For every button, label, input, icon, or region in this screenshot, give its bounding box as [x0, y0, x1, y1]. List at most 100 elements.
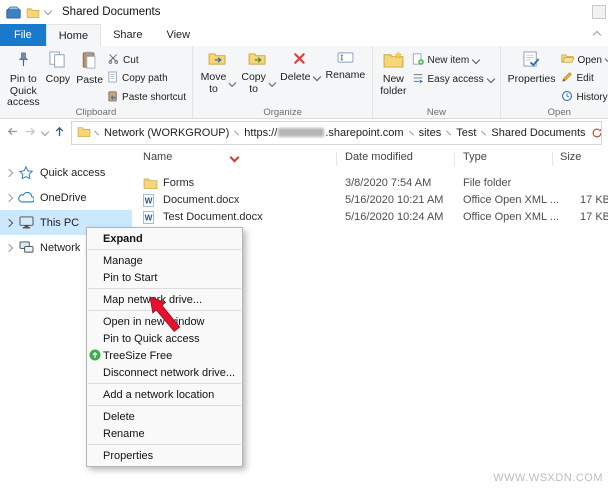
tab-share[interactable]: Share: [101, 24, 154, 46]
easy-access-button[interactable]: Easy access: [410, 72, 496, 87]
refresh-icon[interactable]: [591, 127, 602, 139]
tab-file[interactable]: File: [0, 24, 46, 46]
menu-item-open-in-new-window[interactable]: Open in new window: [87, 313, 242, 330]
group-label-clipboard: Clipboard: [0, 107, 192, 118]
file-date: 3/8/2020 7:54 AM: [345, 177, 431, 189]
menu-item-disconnect-network-drive[interactable]: Disconnect network drive...: [87, 364, 242, 381]
recent-locations-icon[interactable]: [41, 127, 49, 135]
breadcrumb-chevron-icon: [446, 130, 451, 135]
column-header-date-modified[interactable]: Date modified: [345, 151, 413, 163]
menu-item-manage[interactable]: Manage: [87, 252, 242, 269]
file-type: Office Open XML ...: [463, 211, 559, 223]
move-to-label: Move to: [200, 72, 227, 96]
address-breadcrumb-box[interactable]: Network (WORKGROUP) https://.sharepoint.…: [71, 121, 602, 145]
group-label-organize: Organize: [193, 107, 372, 118]
file-type: File folder: [463, 177, 511, 189]
menu-item-expand[interactable]: Expand: [87, 230, 242, 247]
breadcrumb-item-sites[interactable]: sites: [417, 127, 444, 139]
back-icon[interactable]: [6, 125, 19, 141]
explorer-window-icon: [6, 6, 21, 19]
menu-separator: [88, 310, 241, 311]
column-separator[interactable]: [336, 152, 337, 166]
watermark: WWW.WSXDN.COM: [493, 472, 603, 484]
move-to-button[interactable]: Move to: [197, 48, 238, 98]
breadcrumb-item-shared-documents[interactable]: Shared Documents: [489, 127, 587, 139]
copy-to-button[interactable]: Copy to: [238, 48, 278, 98]
properties-button[interactable]: Properties: [505, 48, 559, 89]
menu-item-treesize-free[interactable]: TreeSize Free: [87, 347, 242, 364]
expand-chevron-icon[interactable]: [5, 243, 13, 251]
menu-item-pin-to-quick-access[interactable]: Pin to Quick access: [87, 330, 242, 347]
menu-item-pin-to-start[interactable]: Pin to Start: [87, 269, 242, 286]
history-button[interactable]: History: [559, 90, 608, 105]
copy-button[interactable]: Copy: [43, 48, 74, 89]
column-header-size[interactable]: Size: [560, 151, 581, 163]
qat-dropdown-icon[interactable]: [44, 7, 52, 15]
rename-button[interactable]: Rename: [323, 48, 369, 85]
column-header-name[interactable]: Name: [143, 151, 172, 163]
context-menu: Expand Manage Pin to Start Map network d…: [86, 227, 243, 467]
menu-item-map-network-drive[interactable]: Map network drive...: [87, 291, 242, 308]
file-date: 5/16/2020 10:24 AM: [345, 211, 443, 223]
menu-separator: [88, 444, 241, 445]
menu-item-add-network-location[interactable]: Add a network location: [87, 386, 242, 403]
ribbon: Pin to Quick access Copy Paste: [0, 46, 608, 119]
new-item-button[interactable]: New item: [410, 53, 496, 68]
file-row-forms[interactable]: Forms 3/8/2020 7:54 AM File folder: [132, 175, 608, 192]
history-icon: [561, 90, 573, 105]
file-row-test-document[interactable]: W Test Document.docx 5/16/2020 10:24 AM …: [132, 209, 608, 226]
sidebar-item-onedrive[interactable]: OneDrive: [0, 185, 132, 210]
menu-item-rename[interactable]: Rename: [87, 425, 242, 442]
column-separator[interactable]: [454, 152, 455, 166]
cut-button[interactable]: Cut: [106, 53, 188, 67]
minimize-ribbon-icon[interactable]: [593, 31, 601, 39]
paste-shortcut-button[interactable]: Paste shortcut: [106, 90, 188, 105]
open-button[interactable]: Open: [559, 53, 608, 67]
site-prefix: https://: [244, 127, 277, 139]
pin-to-quick-access-button[interactable]: Pin to Quick access: [4, 48, 43, 112]
new-item-dropdown-icon: [472, 55, 480, 63]
column-header-type[interactable]: Type: [463, 151, 487, 163]
breadcrumb-chevron-icon: [94, 130, 99, 135]
menu-item-delete[interactable]: Delete: [87, 408, 242, 425]
sidebar-label: OneDrive: [40, 192, 86, 204]
paste-label: Paste: [76, 75, 103, 87]
cut-label: Cut: [123, 55, 139, 66]
explorer-window: Shared Documents File Home Share View Pi…: [0, 0, 608, 492]
column-separator[interactable]: [552, 152, 553, 166]
breadcrumb-item-site[interactable]: https://.sharepoint.com: [242, 127, 405, 139]
new-folder-button[interactable]: New folder: [377, 48, 409, 100]
paste-button[interactable]: Paste: [73, 48, 106, 90]
delete-button[interactable]: Delete: [277, 48, 322, 87]
up-icon[interactable]: [53, 125, 66, 141]
menu-separator: [88, 249, 241, 250]
forward-icon[interactable]: [24, 125, 37, 141]
titlebar: Shared Documents: [0, 0, 608, 24]
tab-home[interactable]: Home: [46, 24, 101, 46]
easy-access-label: Easy access: [428, 74, 484, 85]
open-icon: [561, 53, 574, 67]
sidebar-item-quick-access[interactable]: Quick access: [0, 160, 132, 185]
easy-access-dropdown-icon: [486, 74, 494, 82]
file-name: Test Document.docx: [163, 211, 263, 223]
breadcrumb-item-network[interactable]: Network (WORKGROUP): [102, 127, 231, 139]
menu-item-properties[interactable]: Properties: [87, 447, 242, 464]
expand-chevron-icon[interactable]: [5, 218, 13, 226]
file-name: Forms: [163, 177, 194, 189]
address-bar: Network (WORKGROUP) https://.sharepoint.…: [0, 119, 608, 146]
rename-label: Rename: [326, 70, 366, 82]
rename-icon: [337, 51, 354, 68]
copy-path-label: Copy path: [122, 73, 168, 84]
breadcrumb-item-test[interactable]: Test: [454, 127, 478, 139]
file-row-document[interactable]: W Document.docx 5/16/2020 10:21 AM Offic…: [132, 192, 608, 209]
breadcrumb-chevron-icon: [481, 130, 486, 135]
copy-path-button[interactable]: Copy path: [106, 71, 188, 86]
expand-chevron-icon[interactable]: [5, 168, 13, 176]
group-label-open: Open: [501, 107, 608, 118]
folder-icon: [143, 177, 158, 192]
quick-access-toolbar-folder-icon[interactable]: [26, 7, 40, 18]
tab-view[interactable]: View: [154, 24, 202, 46]
edit-button[interactable]: Edit: [559, 71, 608, 86]
menu-separator: [88, 405, 241, 406]
expand-chevron-icon[interactable]: [5, 193, 13, 201]
